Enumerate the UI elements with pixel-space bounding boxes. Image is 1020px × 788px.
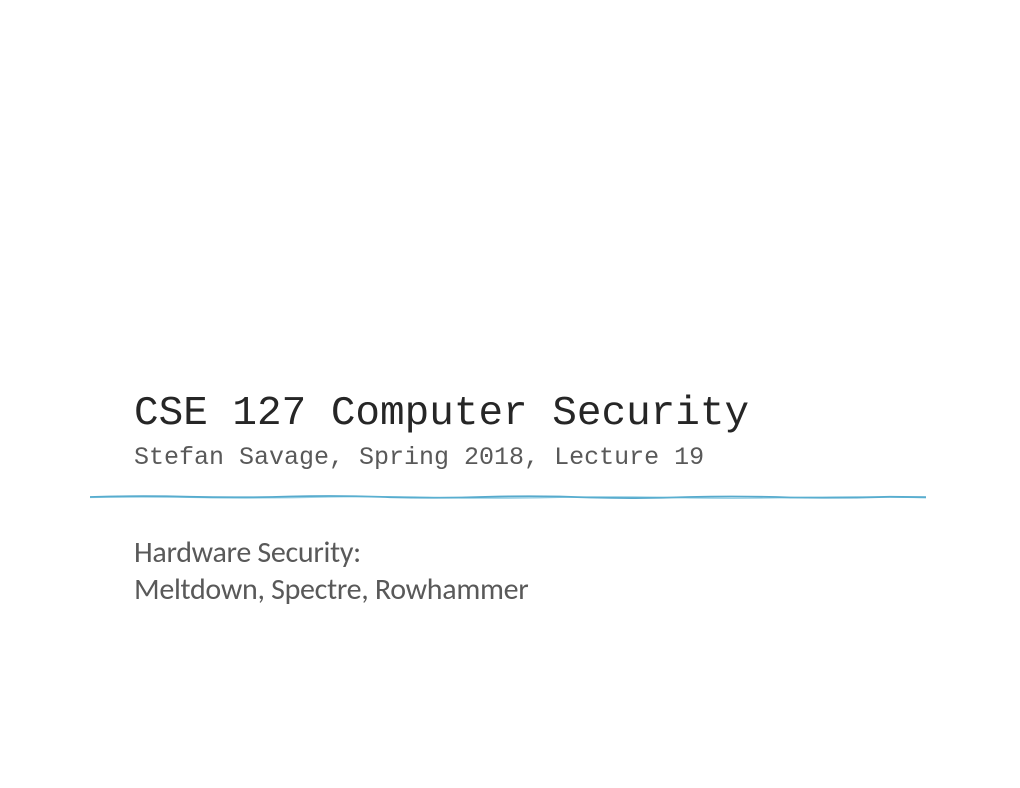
topic-line-2: Meltdown, Spectre, Rowhammer <box>134 572 914 609</box>
slide-topic: Hardware Security: Meltdown, Spectre, Ro… <box>134 535 914 608</box>
slide-title: CSE 127 Computer Security <box>134 392 914 437</box>
divider-line <box>90 494 926 500</box>
topic-line-1: Hardware Security: <box>134 535 914 572</box>
slide-content: CSE 127 Computer Security Stefan Savage,… <box>134 392 914 608</box>
slide-subtitle: Stefan Savage, Spring 2018, Lecture 19 <box>134 443 914 472</box>
